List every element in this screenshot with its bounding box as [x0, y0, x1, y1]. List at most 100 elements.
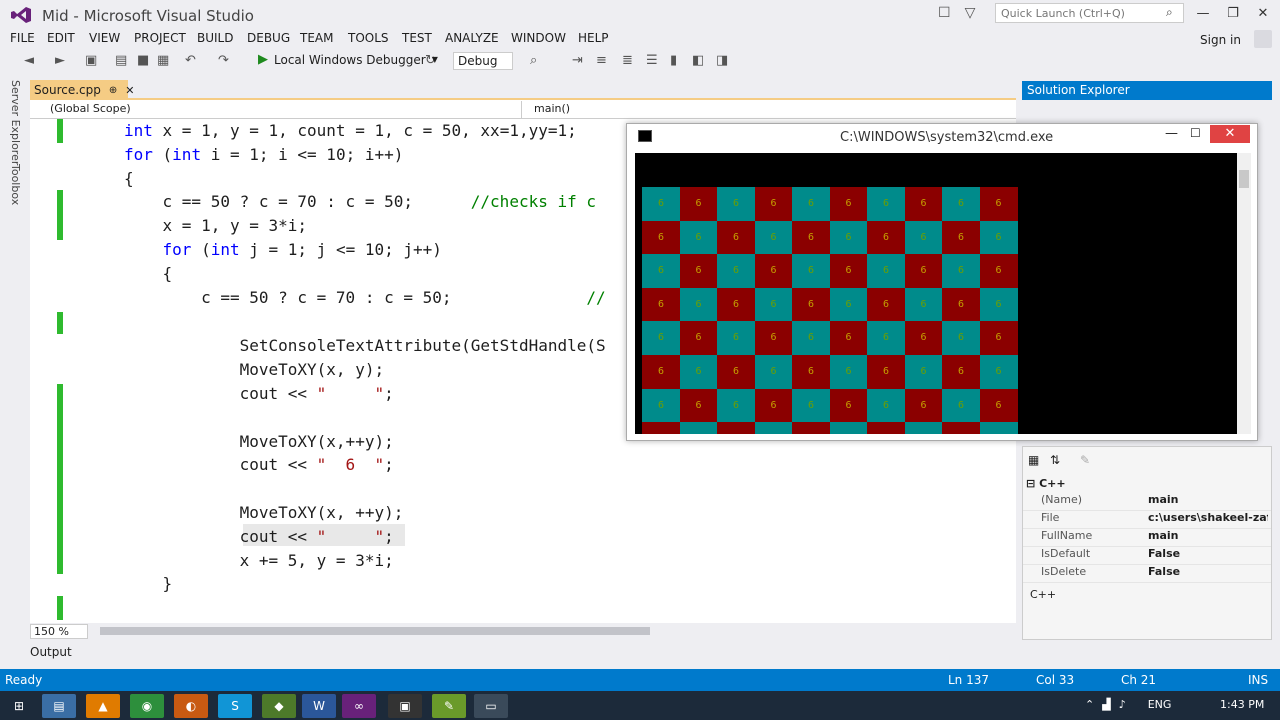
- code-line[interactable]: for (int j = 1; j <= 10; j++): [124, 238, 442, 262]
- minimize-button[interactable]: —: [1190, 4, 1216, 24]
- categorized-icon[interactable]: ▦: [1028, 453, 1039, 467]
- code-line[interactable]: SetConsoleTextAttribute(GetStdHandle(S: [124, 334, 606, 358]
- menu-test[interactable]: TEST: [402, 31, 432, 45]
- undo-icon[interactable]: ↶: [185, 53, 196, 69]
- volume-icon[interactable]: ♪: [1119, 698, 1126, 711]
- comment-icon[interactable]: ≣: [622, 53, 633, 69]
- tray-arrow-icon[interactable]: ⌃: [1085, 698, 1094, 711]
- code-line[interactable]: x += 5, y = 3*i;: [124, 549, 394, 573]
- collapse-icon[interactable]: ⊟: [1026, 477, 1035, 490]
- server-explorer-tab[interactable]: Server Explorer: [9, 80, 22, 165]
- close-tab-icon[interactable]: ✕: [125, 84, 134, 97]
- start-debugger-button[interactable]: ▶ Local Windows Debugger ▼: [258, 52, 438, 67]
- scope-select[interactable]: (Global Scope): [34, 101, 522, 118]
- horizontal-scrollbar[interactable]: [100, 627, 650, 635]
- new-project-icon[interactable]: ▣: [85, 53, 97, 69]
- clock[interactable]: 1:43 PM: [1220, 698, 1264, 711]
- quick-launch-input[interactable]: Quick Launch (Ctrl+Q): [995, 3, 1184, 23]
- property-row[interactable]: File c:\users\shakeel-zafa: [1023, 511, 1271, 529]
- menu-team[interactable]: TEAM: [300, 31, 333, 45]
- code-line[interactable]: cout << " ";: [124, 382, 394, 406]
- prev-bookmark-icon[interactable]: ◧: [692, 53, 704, 69]
- menu-debug[interactable]: DEBUG: [247, 31, 290, 45]
- menu-tools[interactable]: TOOLS: [348, 31, 389, 45]
- file-explorer-icon[interactable]: ▤: [42, 694, 76, 718]
- network-icon[interactable]: ▟: [1102, 698, 1110, 711]
- code-line[interactable]: c == 50 ? c = 70 : c = 50; //checks if c: [124, 190, 596, 214]
- firefox-icon[interactable]: ◐: [174, 694, 208, 718]
- close-button[interactable]: ✕: [1250, 4, 1276, 24]
- redo-icon[interactable]: ↷: [218, 53, 229, 69]
- property-row[interactable]: IsDefault False: [1023, 547, 1271, 565]
- next-bookmark-icon[interactable]: ◨: [716, 53, 728, 69]
- menu-edit[interactable]: EDIT: [47, 31, 75, 45]
- bookmark-icon[interactable]: ▮: [670, 53, 677, 69]
- save-icon[interactable]: ■: [137, 53, 149, 69]
- code-line[interactable]: x = 1, y = 3*i;: [124, 214, 308, 238]
- language-indicator[interactable]: ENG: [1148, 698, 1172, 711]
- board-cell: 6: [792, 254, 830, 289]
- console-scrollbar[interactable]: [1237, 153, 1251, 434]
- pin-icon[interactable]: ⊕: [109, 85, 117, 96]
- media-icon[interactable]: ▣: [388, 694, 422, 718]
- forward-icon[interactable]: ►: [55, 53, 65, 69]
- code-line[interactable]: int x = 1, y = 1, count = 1, c = 50, xx=…: [124, 119, 577, 143]
- code-line[interactable]: MoveToXY(x, y);: [124, 358, 385, 382]
- console-maximize-button[interactable]: ☐: [1190, 126, 1201, 140]
- back-icon[interactable]: ◄: [24, 53, 34, 69]
- notepad-icon[interactable]: ✎: [432, 694, 466, 718]
- code-line[interactable]: cout << " 6 ";: [124, 453, 394, 477]
- menu-view[interactable]: VIEW: [89, 31, 120, 45]
- property-row[interactable]: (Name) main: [1023, 493, 1271, 511]
- zoom-select[interactable]: 150 %: [30, 624, 88, 639]
- console-scroll-thumb[interactable]: [1239, 170, 1249, 188]
- menu-project[interactable]: PROJECT: [134, 31, 186, 45]
- output-tab[interactable]: Output: [30, 645, 72, 659]
- cmd-task-icon[interactable]: ▭: [474, 694, 508, 718]
- feedback-icon[interactable]: ☐: [938, 5, 951, 21]
- code-line[interactable]: MoveToXY(x,++y);: [124, 430, 394, 454]
- code-line[interactable]: MoveToXY(x, ++y);: [124, 501, 404, 525]
- indent-icon[interactable]: ≡: [596, 53, 607, 69]
- menu-analyze[interactable]: ANALYZE: [445, 31, 499, 45]
- property-pages-icon[interactable]: ✎: [1080, 453, 1090, 467]
- open-file-icon[interactable]: ▤: [115, 53, 127, 69]
- word-icon[interactable]: W: [302, 694, 336, 718]
- status-ready: Ready: [5, 673, 43, 687]
- solution-explorer-header[interactable]: Solution Explorer: [1022, 81, 1272, 100]
- find-icon[interactable]: ⌕: [530, 53, 537, 69]
- config-select[interactable]: Debug: [453, 52, 513, 70]
- tab-source-cpp[interactable]: Source.cpp ⊕ ✕: [30, 80, 134, 100]
- toolbox-tab[interactable]: Toolbox: [9, 164, 22, 205]
- function-select[interactable]: main(): [526, 101, 1014, 118]
- console-close-button[interactable]: ✕: [1210, 125, 1250, 143]
- sign-in-link[interactable]: Sign in: [1200, 33, 1241, 47]
- save-all-icon[interactable]: ▦: [157, 53, 169, 69]
- uncomment-icon[interactable]: ☰: [646, 53, 658, 69]
- menu-help[interactable]: HELP: [578, 31, 609, 45]
- console-minimize-button[interactable]: —: [1165, 126, 1178, 141]
- menu-file[interactable]: FILE: [10, 31, 35, 45]
- android-icon[interactable]: ◆: [262, 694, 296, 718]
- chrome-icon[interactable]: ◉: [130, 694, 164, 718]
- code-line[interactable]: for (int i = 1; i <= 10; i++): [124, 143, 403, 167]
- maximize-button[interactable]: ❐: [1220, 4, 1246, 24]
- search-icon[interactable]: ⌕: [1166, 5, 1173, 20]
- code-line[interactable]: {: [124, 167, 134, 191]
- property-row[interactable]: IsDelete False: [1023, 565, 1271, 583]
- visual-studio-task-icon[interactable]: ∞: [342, 694, 376, 718]
- code-line[interactable]: c == 50 ? c = 70 : c = 50; //: [124, 286, 606, 310]
- step-icon[interactable]: ⇥: [572, 53, 583, 69]
- menu-build[interactable]: BUILD: [197, 31, 233, 45]
- menu-window[interactable]: WINDOW: [511, 31, 566, 45]
- property-row[interactable]: FullName main: [1023, 529, 1271, 547]
- sort-alpha-icon[interactable]: ⇅: [1050, 453, 1060, 467]
- code-line[interactable]: }: [124, 572, 173, 596]
- code-line[interactable]: cout << " ";: [124, 525, 394, 549]
- filter-icon[interactable]: ▽: [965, 5, 976, 21]
- user-icon[interactable]: [1254, 30, 1272, 48]
- vlc-icon[interactable]: ▲: [86, 694, 120, 718]
- skype-icon[interactable]: S: [218, 694, 252, 718]
- start-button[interactable]: ⊞: [2, 694, 36, 718]
- code-line[interactable]: {: [124, 262, 173, 286]
